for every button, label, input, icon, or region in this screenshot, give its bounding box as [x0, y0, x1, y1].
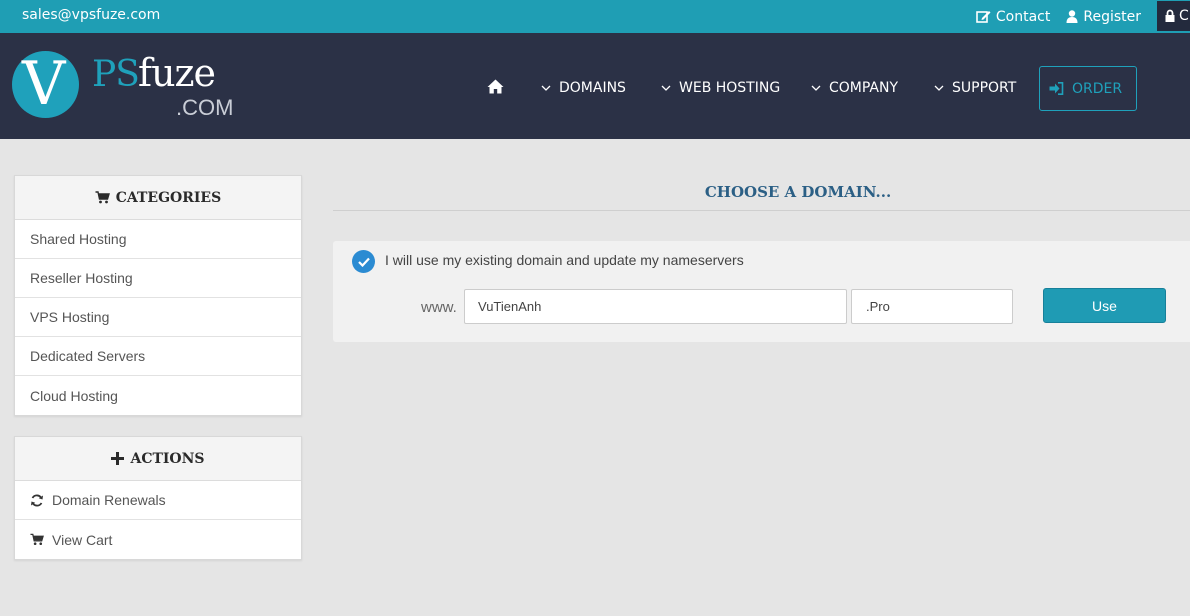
- nav-company[interactable]: COMPANY: [811, 80, 898, 96]
- action-domain-renewals[interactable]: Domain Renewals: [15, 481, 301, 520]
- top-links: Contact Register C: [976, 0, 1190, 33]
- nav-support-label: SUPPORT: [952, 80, 1017, 96]
- categories-panel: CATEGORIES Shared Hosting Reseller Hosti…: [14, 175, 302, 416]
- action-view-cart[interactable]: View Cart: [15, 520, 301, 559]
- title-divider: [333, 210, 1190, 211]
- domain-option-box: I will use my existing domain and update…: [333, 241, 1190, 342]
- order-label: ORDER: [1072, 80, 1123, 97]
- category-dedicated-servers[interactable]: Dedicated Servers: [15, 337, 301, 376]
- category-reseller-hosting[interactable]: Reseller Hosting: [15, 259, 301, 298]
- nav-web-hosting[interactable]: WEB HOSTING: [661, 80, 780, 96]
- register-label: Register: [1083, 8, 1141, 25]
- category-cloud-hosting[interactable]: Cloud Hosting: [15, 376, 301, 415]
- check-icon: [357, 257, 370, 267]
- domain-tld-input[interactable]: .Pro: [851, 289, 1013, 324]
- top-bar: sales@vpsfuze.com Contact Register C: [0, 0, 1190, 33]
- main-nav: DOMAINS WEB HOSTING COMPANY SUPPORT ORDE…: [0, 33, 1190, 139]
- login-link[interactable]: C: [1157, 0, 1190, 31]
- sales-email-link[interactable]: sales@vpsfuze.com: [22, 7, 160, 23]
- plus-icon: [111, 452, 125, 465]
- home-icon: [487, 79, 504, 94]
- existing-domain-checkbox[interactable]: [352, 250, 375, 273]
- actions-panel: ACTIONS Domain Renewals View Cart: [14, 436, 302, 560]
- actions-header: ACTIONS: [15, 437, 301, 481]
- edit-icon: [976, 11, 991, 23]
- sign-in-icon: [1049, 82, 1064, 95]
- nav-domains[interactable]: DOMAINS: [541, 80, 626, 96]
- site-header: V PS fuze .COM DOMAINS WEB HOSTING COMPA…: [0, 33, 1190, 139]
- chevron-down-icon: [541, 85, 551, 91]
- existing-domain-label[interactable]: I will use my existing domain and update…: [385, 252, 744, 268]
- shopping-cart-icon: [30, 533, 44, 546]
- category-label: Cloud Hosting: [30, 387, 118, 404]
- nav-support[interactable]: SUPPORT: [934, 80, 1016, 96]
- chevron-down-icon: [811, 85, 821, 91]
- user-icon: [1066, 10, 1078, 23]
- nav-web-hosting-label: WEB HOSTING: [679, 80, 781, 96]
- actions-title: ACTIONS: [130, 450, 205, 467]
- categories-header: CATEGORIES: [15, 176, 301, 220]
- register-link[interactable]: Register: [1066, 9, 1141, 25]
- nav-domains-label: DOMAINS: [559, 80, 626, 96]
- nav-company-label: COMPANY: [829, 80, 899, 96]
- chevron-down-icon: [661, 85, 671, 91]
- category-shared-hosting[interactable]: Shared Hosting: [15, 220, 301, 259]
- action-label: View Cart: [52, 531, 113, 548]
- category-label: VPS Hosting: [30, 309, 110, 325]
- login-label: C: [1179, 7, 1189, 24]
- use-button[interactable]: Use: [1043, 288, 1166, 323]
- chevron-down-icon: [934, 85, 944, 91]
- page-title: CHOOSE A DOMAIN...: [704, 183, 892, 201]
- category-label: Dedicated Servers: [30, 348, 146, 364]
- lock-icon: [1165, 9, 1175, 22]
- shopping-cart-icon: [95, 191, 110, 204]
- domain-name-input[interactable]: VuTienAnh: [464, 289, 847, 324]
- contact-link[interactable]: Contact: [976, 9, 1050, 25]
- nav-home[interactable]: [487, 79, 504, 98]
- www-prefix: www.: [421, 299, 457, 316]
- order-button[interactable]: ORDER: [1039, 66, 1137, 111]
- categories-title: CATEGORIES: [115, 189, 222, 206]
- category-label: Shared Hosting: [30, 231, 127, 247]
- refresh-icon: [31, 494, 43, 506]
- category-label: Reseller Hosting: [30, 270, 133, 286]
- action-label: Domain Renewals: [52, 492, 166, 508]
- contact-label: Contact: [995, 8, 1051, 25]
- category-vps-hosting[interactable]: VPS Hosting: [15, 298, 301, 337]
